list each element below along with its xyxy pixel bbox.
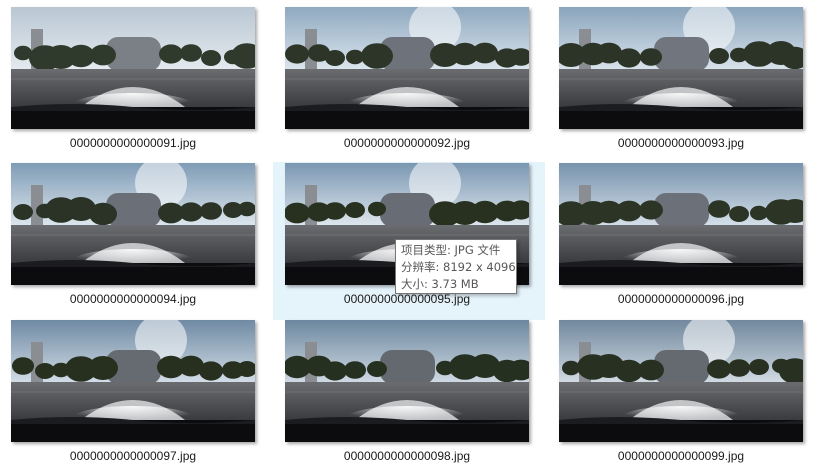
tooltip-size: 大小: 3.73 MB bbox=[401, 277, 479, 291]
file-item[interactable]: 0000000000000098.jpg bbox=[285, 320, 531, 470]
file-name-label[interactable]: 0000000000000099.jpg bbox=[559, 449, 803, 463]
file-item[interactable]: 0000000000000099.jpg bbox=[559, 320, 805, 470]
file-item[interactable]: 0000000000000097.jpg bbox=[11, 320, 257, 470]
file-name-label[interactable]: 0000000000000094.jpg bbox=[11, 292, 255, 306]
file-name-label[interactable]: 0000000000000095.jpg bbox=[285, 292, 529, 306]
file-name-label[interactable]: 0000000000000097.jpg bbox=[11, 449, 255, 463]
tooltip-type: 项目类型: JPG 文件 bbox=[401, 243, 501, 257]
file-info-tooltip: 项目类型: JPG 文件 分辨率: 8192 x 4096 大小: 3.73 M… bbox=[395, 239, 517, 294]
file-thumbnail[interactable] bbox=[559, 320, 803, 442]
file-thumbnail[interactable] bbox=[285, 7, 529, 129]
file-name-label[interactable]: 0000000000000093.jpg bbox=[559, 136, 803, 150]
file-item[interactable]: 0000000000000094.jpg bbox=[11, 163, 257, 313]
file-name-label[interactable]: 0000000000000096.jpg bbox=[559, 292, 803, 306]
file-item[interactable]: 0000000000000091.jpg bbox=[11, 7, 257, 157]
file-thumbnail[interactable] bbox=[559, 7, 803, 129]
file-item[interactable]: 0000000000000096.jpg bbox=[559, 163, 805, 313]
file-thumbnail[interactable] bbox=[559, 163, 803, 285]
file-thumbnail[interactable] bbox=[285, 320, 529, 442]
file-thumbnail[interactable] bbox=[11, 320, 255, 442]
file-thumbnail[interactable] bbox=[11, 163, 255, 285]
file-name-label[interactable]: 0000000000000092.jpg bbox=[285, 136, 529, 150]
file-item[interactable]: 0000000000000093.jpg bbox=[559, 7, 805, 157]
file-name-label[interactable]: 0000000000000098.jpg bbox=[285, 449, 529, 463]
tooltip-resolution: 分辨率: 8192 x 4096 bbox=[401, 260, 516, 274]
file-name-label[interactable]: 0000000000000091.jpg bbox=[11, 136, 255, 150]
file-thumbnail[interactable] bbox=[11, 7, 255, 129]
file-item[interactable]: 0000000000000092.jpg bbox=[285, 7, 531, 157]
